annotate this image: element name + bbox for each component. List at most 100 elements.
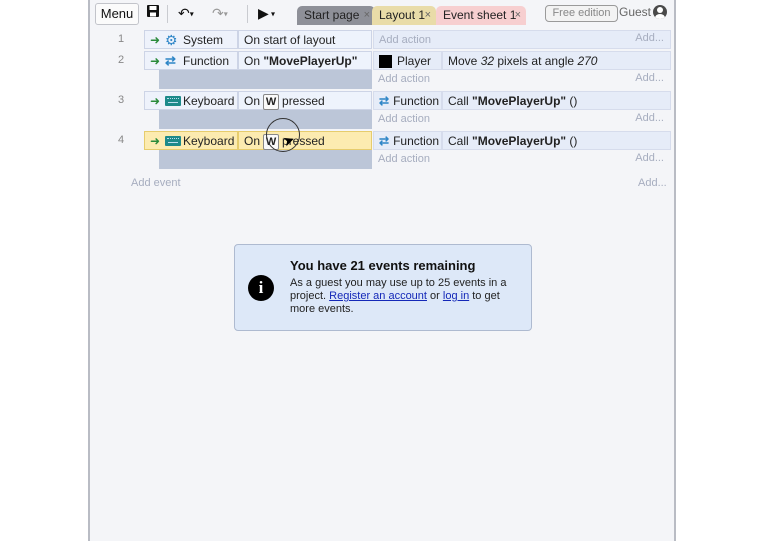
action-object-name: Player	[397, 54, 432, 68]
register-account-link[interactable]: Register an account	[329, 290, 427, 302]
construct-editor-window: Menu ↶▾ ↷▾ ▶ ▾ Start page × Layout 1 × E…	[88, 0, 676, 541]
close-icon[interactable]: ×	[364, 6, 370, 25]
add-event-link[interactable]: Add event	[131, 177, 181, 189]
gear-icon: ⚙	[165, 32, 178, 48]
function-icon: ⇄	[379, 94, 390, 108]
add-action-label: Add action	[378, 113, 430, 125]
add-more-link[interactable]: Add...	[635, 112, 664, 124]
tab-start-page[interactable]: Start page ×	[297, 6, 375, 25]
save-icon[interactable]	[146, 4, 160, 22]
object-name: System	[183, 33, 224, 47]
player-sprite-icon	[379, 55, 392, 69]
close-icon[interactable]: ×	[425, 6, 431, 25]
condition-text[interactable]: On "MovePlayerUp"	[238, 51, 372, 70]
function-name: "MovePlayerUp"	[472, 94, 567, 108]
object-name: Keyboard	[183, 134, 235, 148]
condition-text[interactable]: On Wpressed	[238, 131, 372, 150]
info-icon: i	[248, 275, 274, 301]
add-more-link[interactable]: Add...	[635, 72, 664, 84]
log-in-link[interactable]: log in	[443, 290, 469, 302]
action-param: 32	[480, 54, 495, 68]
action-object-name: Function	[393, 94, 440, 108]
function-icon: ⇄	[165, 53, 176, 68]
tab-label: Event sheet 1	[443, 8, 517, 22]
add-action-link[interactable]: Add action	[373, 70, 671, 89]
function-icon: ⇄	[379, 134, 390, 148]
action-text[interactable]: Move 32 pixels at angle 270	[442, 51, 671, 70]
guest-label: Guest	[619, 5, 652, 19]
condition-prefix: On	[244, 54, 264, 68]
free-edition-badge[interactable]: Free edition	[545, 5, 618, 22]
condition-label: On start of layout	[244, 33, 336, 47]
add-action-label: Add action	[378, 73, 430, 85]
action-object[interactable]: ⇄ Function	[373, 91, 442, 110]
add-more-link[interactable]: Add...	[638, 177, 667, 189]
condition-prefix: On	[244, 134, 261, 148]
add-action-link[interactable]: Add action	[373, 110, 671, 129]
condition-object[interactable]: ➜ ⇄ Function	[144, 51, 238, 70]
trigger-arrow-icon: ➜	[150, 134, 161, 148]
notice-body: As a guest you may use up to 25 events i…	[290, 277, 526, 316]
toolbar: Menu ↶▾ ↷▾ ▶ ▾ Start page × Layout 1 × E…	[90, 0, 674, 28]
function-name: "MovePlayerUp"	[263, 54, 358, 68]
trigger-arrow-icon: ➜	[150, 54, 161, 68]
action-text-part: Move	[448, 54, 481, 68]
object-name: Keyboard	[183, 94, 235, 108]
toolbar-separator	[247, 5, 248, 23]
condition-text[interactable]: On Wpressed	[238, 91, 372, 110]
event-row-selected[interactable]: 4 ➜ Keyboard On Wpressed ⇄ Function Call "…	[90, 131, 674, 169]
keyboard-icon	[165, 136, 181, 146]
redo-icon[interactable]: ↷▾	[212, 4, 228, 23]
tab-layout-1[interactable]: Layout 1 ×	[372, 6, 436, 25]
close-icon[interactable]: ×	[515, 6, 521, 25]
action-text-part: ()	[566, 94, 578, 108]
menu-button[interactable]: Menu	[95, 3, 139, 25]
add-action-link[interactable]: Add action	[373, 150, 671, 169]
function-name: "MovePlayerUp"	[472, 134, 567, 148]
tab-label: Start page	[304, 8, 360, 22]
trigger-arrow-icon: ➜	[150, 33, 161, 47]
event-number: 3	[118, 94, 125, 106]
condition-object[interactable]: ➜ Keyboard	[144, 131, 238, 150]
event-number: 2	[118, 54, 125, 66]
event-row[interactable]: 1 ➜ ⚙ System On start of layout Add acti…	[90, 30, 674, 50]
trigger-arrow-icon: ➜	[150, 94, 161, 108]
condition-subrow	[159, 150, 372, 169]
condition-subrow	[159, 110, 372, 129]
event-number: 1	[118, 33, 125, 45]
event-row[interactable]: 3 ➜ Keyboard On Wpressed ⇄ Function Call "…	[90, 91, 674, 129]
condition-object[interactable]: ➜ ⚙ System	[144, 30, 238, 49]
add-action-label: Add action	[379, 34, 431, 46]
play-icon[interactable]: ▶ ▾	[258, 4, 275, 23]
keyboard-icon	[165, 96, 181, 106]
action-text-part: pixels at angle	[494, 54, 578, 68]
toolbar-separator	[167, 5, 168, 23]
object-name: Function	[183, 54, 230, 68]
user-avatar-icon[interactable]	[653, 5, 667, 19]
tab-label: Layout 1	[379, 8, 426, 22]
add-more-link[interactable]: Add...	[635, 152, 664, 164]
action-text-part: Call	[448, 134, 473, 148]
event-row[interactable]: 2 ➜ ⇄ Function On "MovePlayerUp" Player …	[90, 51, 674, 89]
add-more-link[interactable]: Add...	[635, 32, 664, 44]
action-text[interactable]: Call "MovePlayerUp" ()	[442, 91, 671, 110]
condition-text[interactable]: On start of layout	[238, 30, 372, 49]
action-object-name: Function	[393, 134, 440, 148]
condition-prefix: On	[244, 94, 261, 108]
action-text[interactable]: Call "MovePlayerUp" ()	[442, 131, 671, 150]
notice-title: You have 21 events remaining	[290, 258, 476, 273]
action-object[interactable]: ⇄ Function	[373, 131, 442, 150]
key-badge: W	[263, 93, 280, 110]
condition-suffix: pressed	[282, 94, 325, 108]
action-param: 270	[577, 54, 598, 68]
add-action-label: Add action	[378, 153, 430, 165]
condition-object[interactable]: ➜ Keyboard	[144, 91, 238, 110]
action-text-part: Call	[448, 94, 473, 108]
tab-event-sheet-1[interactable]: Event sheet 1 ×	[436, 6, 526, 25]
condition-subrow	[159, 70, 372, 89]
add-action-link[interactable]: Add action	[373, 30, 671, 49]
action-object[interactable]: Player	[373, 51, 442, 70]
action-text-part: ()	[566, 134, 578, 148]
undo-icon[interactable]: ↶▾	[178, 4, 194, 23]
event-number: 4	[118, 134, 125, 146]
